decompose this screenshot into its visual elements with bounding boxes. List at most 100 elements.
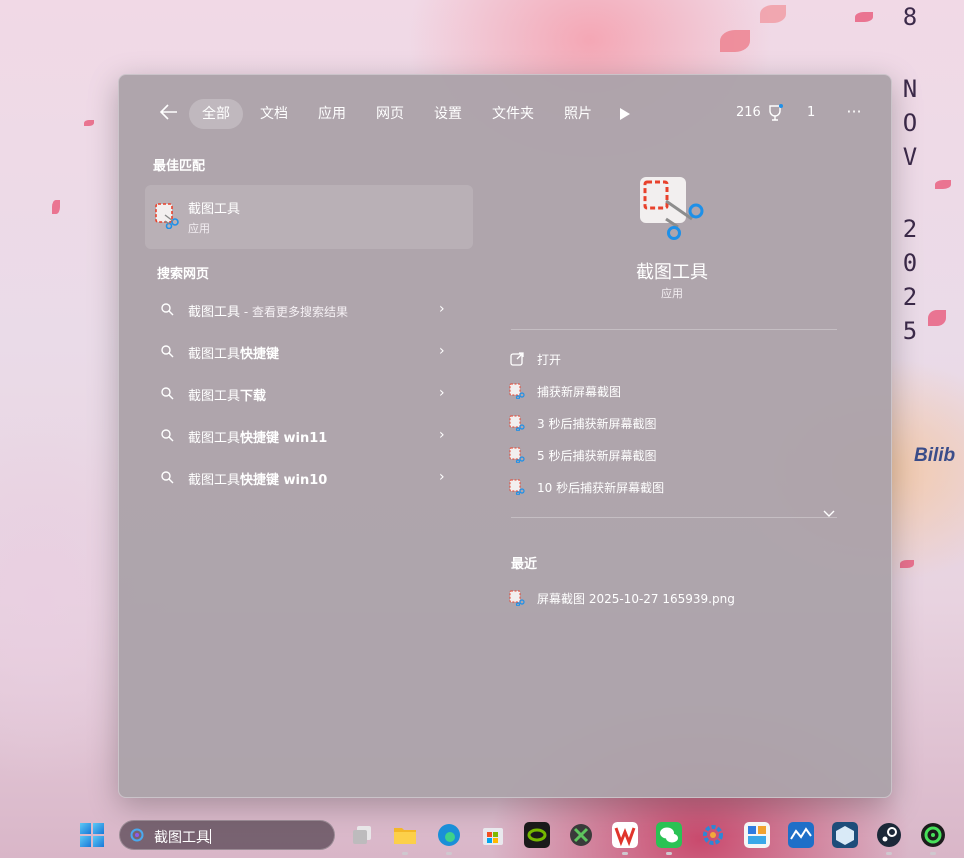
chevron-right-icon: › xyxy=(439,343,445,359)
recent-title: 最近 xyxy=(511,557,538,572)
running-indicator xyxy=(886,852,892,855)
petal-decoration xyxy=(935,180,951,189)
date-char: 5 xyxy=(902,317,918,345)
open-external-icon xyxy=(510,352,524,366)
action-label: 3 秒后捕获新屏幕截图 xyxy=(537,417,657,431)
reward-points: 216 xyxy=(736,105,761,120)
action-label: 5 秒后捕获新屏幕截图 xyxy=(537,449,657,463)
settings-gear-icon[interactable] xyxy=(700,822,726,848)
best-match-title: 最佳匹配 xyxy=(153,159,206,174)
search-icon xyxy=(161,387,174,400)
tab-apps[interactable]: 应用 xyxy=(305,99,359,129)
taskbar-search-input[interactable]: 截图工具 xyxy=(119,820,335,850)
running-indicator xyxy=(622,852,628,855)
web-search-suffix: 快捷键 win11 xyxy=(240,431,328,446)
chevron-down-icon[interactable] xyxy=(823,510,835,518)
preview-app-name: 截图工具 xyxy=(636,262,708,283)
date-char: N xyxy=(902,75,918,103)
action-capture-3s[interactable]: 3 秒后捕获新屏幕截图 xyxy=(509,411,829,437)
search-icon xyxy=(161,345,174,358)
action-label: 10 秒后捕获新屏幕截图 xyxy=(537,481,665,495)
action-open[interactable]: 打开 xyxy=(509,347,829,373)
tab-settings[interactable]: 设置 xyxy=(421,99,475,129)
snipping-tool-icon xyxy=(509,590,525,606)
snipping-tool-icon xyxy=(509,447,525,463)
task-view-icon[interactable] xyxy=(349,822,375,848)
more-tabs-play-icon[interactable] xyxy=(609,99,639,129)
running-indicator xyxy=(666,852,672,855)
web-search-query: 截图工具 xyxy=(188,473,241,488)
date-char: O xyxy=(902,109,918,137)
tab-folders[interactable]: 文件夹 xyxy=(479,99,547,129)
recent-file-item[interactable]: 屏幕截图 2025-10-27 165939.png xyxy=(509,586,829,612)
microsoft-store-icon[interactable] xyxy=(480,822,506,848)
web-search-item[interactable]: 截图工具快捷键 win10 › xyxy=(155,465,459,493)
web-search-item[interactable]: 截图工具 - 查看更多搜索结果 › xyxy=(155,297,459,325)
petal-decoration xyxy=(52,200,60,214)
tab-all[interactable]: 全部 xyxy=(189,99,243,129)
snipping-tool-icon xyxy=(509,383,525,399)
file-explorer-icon[interactable] xyxy=(392,822,418,848)
petal-decoration xyxy=(928,310,946,326)
steam-icon[interactable] xyxy=(876,822,902,848)
chevron-right-icon: › xyxy=(439,427,445,443)
snipping-tool-icon xyxy=(155,203,179,229)
date-char: 8 xyxy=(902,3,918,31)
wallpaper-overlay-text: Bilib xyxy=(914,445,956,466)
more-options-button[interactable]: ··· xyxy=(841,99,867,127)
running-indicator xyxy=(930,852,936,855)
best-match-name: 截图工具 xyxy=(188,202,241,217)
best-match-type: 应用 xyxy=(188,222,210,235)
box-app-icon[interactable] xyxy=(832,822,858,848)
date-char: 2 xyxy=(902,215,918,243)
desktop-date-widget: 8 N O V 2 0 2 5 xyxy=(898,0,922,348)
divider xyxy=(511,517,837,518)
date-char: 2 xyxy=(902,283,918,311)
recent-file-label: 屏幕截图 2025-10-27 165939.png xyxy=(537,592,735,606)
wave-app-icon[interactable] xyxy=(788,822,814,848)
action-capture-10s[interactable]: 10 秒后捕获新屏幕截图 xyxy=(509,475,829,501)
account-count[interactable]: 1 xyxy=(807,105,815,120)
petal-decoration xyxy=(760,5,786,23)
web-search-suffix: - 查看更多搜索结果 xyxy=(240,305,348,319)
chevron-right-icon: › xyxy=(439,301,445,317)
action-label: 打开 xyxy=(537,353,562,367)
tab-documents[interactable]: 文档 xyxy=(247,99,301,129)
taskbar-search-value: 截图工具 xyxy=(154,830,210,846)
web-search-query: 截图工具 xyxy=(188,389,241,404)
web-search-query: 截图工具 xyxy=(188,305,241,320)
search-icon xyxy=(130,828,144,842)
preview-app-type: 应用 xyxy=(661,287,683,300)
tab-web[interactable]: 网页 xyxy=(363,99,417,129)
snipping-tool-large-icon xyxy=(640,177,704,240)
web-search-title: 搜索网页 xyxy=(157,267,210,282)
web-search-suffix: 下载 xyxy=(240,389,267,404)
best-match-result[interactable]: 截图工具 应用 xyxy=(145,185,473,249)
divider xyxy=(511,329,837,330)
edge-browser-icon[interactable] xyxy=(436,822,462,848)
web-search-item[interactable]: 截图工具下载 › xyxy=(155,381,459,409)
nvidia-icon[interactable] xyxy=(524,822,550,848)
action-capture-5s[interactable]: 5 秒后捕获新屏幕截图 xyxy=(509,443,829,469)
snipping-tool-icon xyxy=(509,479,525,495)
back-button[interactable] xyxy=(155,101,183,127)
wps-office-icon[interactable] xyxy=(612,822,638,848)
green-app-icon[interactable] xyxy=(920,822,946,848)
petal-decoration xyxy=(84,120,94,126)
xbox-icon[interactable] xyxy=(568,822,594,848)
web-search-suffix: 快捷键 win10 xyxy=(240,473,328,488)
date-char: V xyxy=(902,143,918,171)
web-search-query: 截图工具 xyxy=(188,347,241,362)
chevron-right-icon: › xyxy=(439,469,445,485)
windows-start-icon[interactable] xyxy=(80,823,104,847)
wechat-icon[interactable] xyxy=(656,822,682,848)
web-search-suffix: 快捷键 xyxy=(240,347,280,362)
app-store-icon[interactable] xyxy=(744,822,770,848)
action-capture[interactable]: 捕获新屏幕截图 xyxy=(509,379,829,405)
web-search-item[interactable]: 截图工具快捷键 win11 › xyxy=(155,423,459,451)
web-search-query: 截图工具 xyxy=(188,431,241,446)
filter-tabs: 全部 文档 应用 网页 设置 文件夹 照片 xyxy=(189,99,639,129)
rewards-trophy-icon[interactable] xyxy=(767,104,783,122)
web-search-item[interactable]: 截图工具快捷键 › xyxy=(155,339,459,367)
tab-photos[interactable]: 照片 xyxy=(551,99,605,129)
